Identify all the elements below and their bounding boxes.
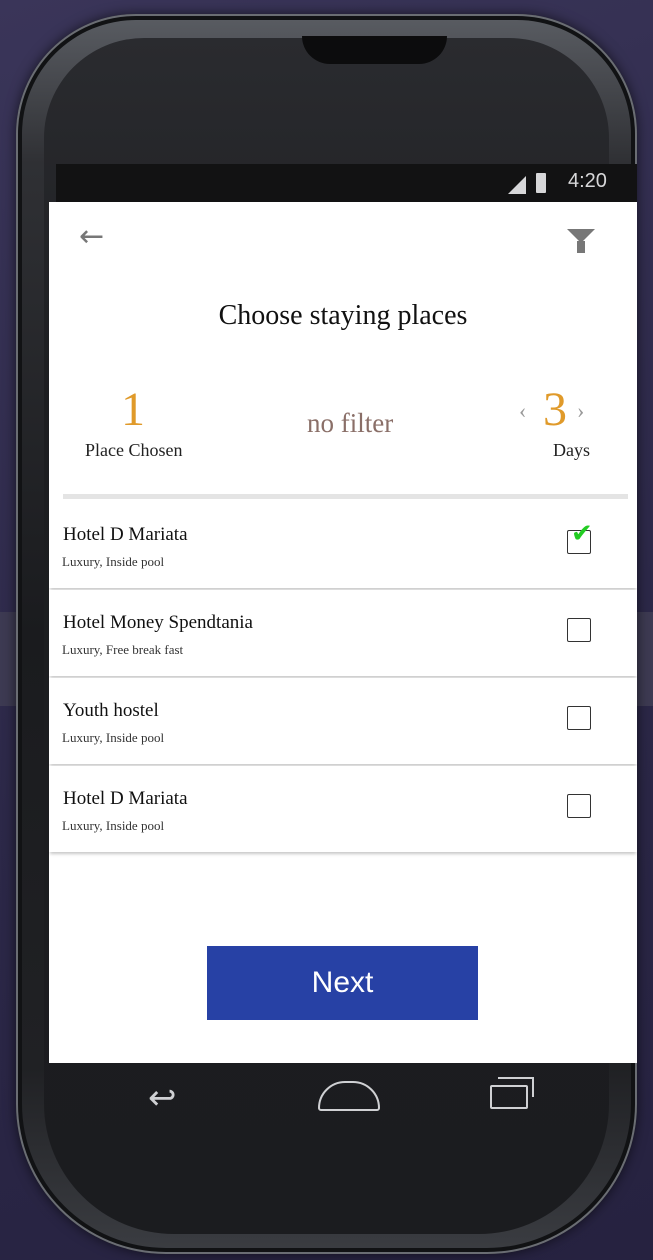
nav-recent-back-side	[532, 1077, 534, 1097]
funnel-icon[interactable]	[567, 229, 595, 253]
places-count: 1	[121, 383, 145, 436]
nav-recent-icon[interactable]	[490, 1077, 534, 1109]
status-bar: 4:20	[56, 164, 637, 202]
place-checkbox[interactable]: ✔	[567, 521, 593, 554]
page-title: Choose staying places	[218, 300, 468, 331]
divider	[63, 494, 628, 499]
place-description: Luxury, Inside pool	[62, 730, 165, 745]
place-name: Youth hostel	[63, 700, 159, 721]
signal-icon	[508, 176, 526, 194]
place-name: Hotel D Mariata	[63, 788, 188, 809]
nav-back-icon[interactable]: ↩	[148, 1081, 177, 1115]
list-item[interactable]: Hotel D Mariata Luxury, Inside pool	[49, 766, 637, 852]
list-item[interactable]: Hotel Money Spendtania Luxury, Free brea…	[49, 590, 637, 676]
days-count: 3	[543, 383, 567, 436]
days-label: Days	[553, 440, 590, 460]
next-button[interactable]: Next	[207, 946, 478, 1020]
nav-home-icon[interactable]	[318, 1081, 380, 1111]
nav-recent-front	[490, 1085, 528, 1109]
status-time: 4:20	[568, 170, 607, 192]
place-checkbox[interactable]	[567, 618, 591, 642]
place-checkbox[interactable]	[567, 706, 591, 730]
filter-status[interactable]: no filter	[307, 408, 393, 439]
place-description: Luxury, Free break fast	[62, 642, 184, 657]
app-screen: ← Choose staying places 1 Place Chosen n…	[49, 202, 637, 1063]
place-checkbox[interactable]	[567, 794, 591, 818]
android-nav-bar: ↩	[56, 1063, 637, 1133]
places-list: Hotel D Mariata Luxury, Inside pool ✔ Ho…	[49, 502, 637, 854]
arrow-left-icon[interactable]: ←	[79, 222, 104, 252]
battery-icon	[536, 173, 546, 193]
nav-recent-back-top	[498, 1077, 532, 1079]
earpiece-speaker	[302, 36, 447, 64]
days-increase-button[interactable]: ›	[577, 398, 584, 424]
list-item[interactable]: Hotel D Mariata Luxury, Inside pool ✔	[49, 502, 637, 588]
place-name: Hotel Money Spendtania	[63, 612, 253, 633]
place-description: Luxury, Inside pool	[62, 554, 165, 569]
places-count-label: Place Chosen	[85, 440, 183, 460]
place-name: Hotel D Mariata	[63, 524, 188, 545]
place-description: Luxury, Inside pool	[62, 818, 165, 833]
checkmark-icon: ✔	[571, 519, 593, 549]
list-item[interactable]: Youth hostel Luxury, Inside pool	[49, 678, 637, 764]
days-decrease-button[interactable]: ‹	[519, 398, 526, 424]
